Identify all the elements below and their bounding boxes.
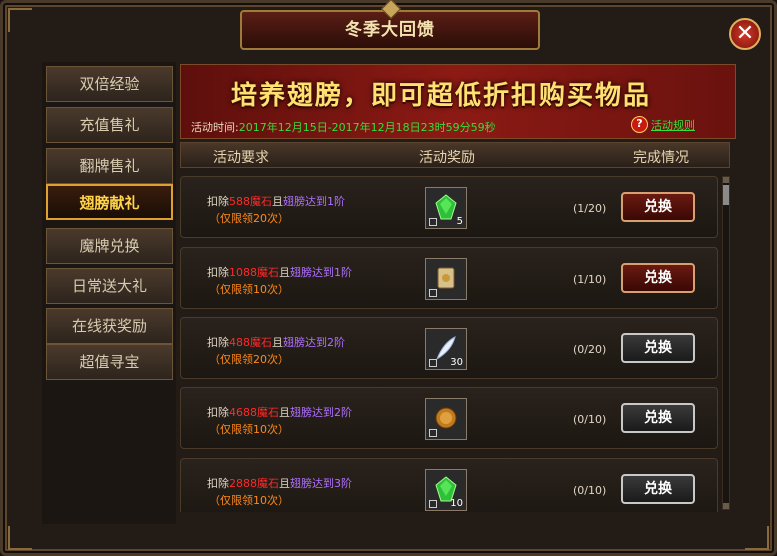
req-wing-level: 翅膀达到1阶 [290,266,352,279]
reward-item-slot[interactable] [425,398,467,440]
help-icon[interactable]: ? [631,116,648,133]
req-wing-level: 翅膀达到2阶 [290,406,352,419]
corner-ornament-tl [8,8,32,32]
req-prefix: 扣除 [207,477,229,490]
scroll-up-icon[interactable] [723,177,729,183]
exchange-button[interactable]: 兑换 [621,192,695,222]
sidebar-item-double-exp[interactable]: 双倍经验 [46,66,173,102]
req-wing-level: 翅膀达到2阶 [283,336,345,349]
table-row: 扣除1088魔石且翅膀达到1阶 （仅限领10次） (1/10) 兑换 [180,247,718,309]
reward-item-slot[interactable]: 30 [425,328,467,370]
progress-text: (1/10) [573,273,607,286]
reward-item-slot[interactable] [425,258,467,300]
scroll-thumb[interactable] [723,185,729,205]
exchange-button[interactable]: 兑换 [621,403,695,433]
lock-icon [429,218,437,226]
sidebar-item-card-exchange[interactable]: 魔牌兑换 [46,228,173,264]
table-header: 活动要求 活动奖励 完成情况 [180,142,730,168]
close-icon[interactable]: ✕ [736,21,754,46]
progress-text: (0/20) [573,343,607,356]
sidebar-item-flip-gift[interactable]: 翻牌售礼 [46,148,173,184]
sidebar-item-recharge-gift[interactable]: 充值售礼 [46,107,173,143]
corner-ornament-br [745,526,769,550]
reward-count: 30 [450,357,463,368]
sidebar-item-treasure-hunt[interactable]: 超值寻宝 [46,344,173,380]
rules-link-label[interactable]: 活动规则 [651,119,695,132]
reward-item-slot[interactable]: 5 [425,187,467,229]
req-prefix: 扣除 [207,336,229,349]
req-stone-cost: 4688魔石 [229,406,279,419]
requirement-text: 扣除4688魔石且翅膀达到2阶 [207,404,352,420]
reward-count: 10 [450,498,463,509]
req-stone-cost: 1088魔石 [229,266,279,279]
event-time-value: 2017年12月15日-2017年12月18日23时59分59秒 [238,121,496,134]
claim-limit: （仅限领20次） [209,353,289,366]
req-and: 且 [272,336,283,349]
req-stone-cost: 488魔石 [229,336,272,349]
requirement-text: 扣除1088魔石且翅膀达到1阶 [207,264,352,280]
header-status: 完成情况 [633,150,689,166]
exchange-button[interactable]: 兑换 [621,263,695,293]
lock-icon [429,289,437,297]
reward-list: 扣除588魔石且翅膀达到1阶 （仅限领20次） 5 (1/20) 兑换 扣除1088魔石且… [180,172,720,512]
claim-limit: （仅限领10次） [209,283,289,296]
lock-icon [429,429,437,437]
table-row: 扣除488魔石且翅膀达到2阶 （仅限领20次） 30 (0/20) 兑换 [180,317,718,379]
table-row: 扣除2888魔石且翅膀达到3阶 （仅限领10次） 10 (0/10) 兑换 [180,458,718,512]
lock-icon [429,500,437,508]
requirement-text: 扣除588魔石且翅膀达到1阶 [207,193,345,209]
event-time: 活动时间:2017年12月15日-2017年12月18日23时59分59秒 [191,119,496,135]
scrollbar[interactable] [722,176,730,510]
table-row: 扣除588魔石且翅膀达到1阶 （仅限领20次） 5 (1/20) 兑换 [180,176,718,238]
event-banner: 培养翅膀，即可超低折扣购买物品 活动时间:2017年12月15日-2017年12… [180,64,736,139]
exchange-button[interactable]: 兑换 [621,474,695,504]
lock-icon [429,359,437,367]
requirement-text: 扣除2888魔石且翅膀达到3阶 [207,475,352,491]
reward-count: 5 [456,216,463,227]
req-stone-cost: 2888魔石 [229,477,279,490]
req-wing-level: 翅膀达到3阶 [290,477,352,490]
reward-item-slot[interactable]: 10 [425,469,467,511]
progress-text: (0/10) [573,413,607,426]
close-button[interactable]: ✕ [729,18,761,50]
sidebar: 双倍经验 充值售礼 翻牌售礼 翅膀献礼 魔牌兑换 日常送大礼 在线获奖励 超值寻… [42,62,176,524]
exchange-button[interactable]: 兑换 [621,333,695,363]
sidebar-item-online-reward[interactable]: 在线获奖励 [46,308,173,344]
sidebar-item-daily-gift[interactable]: 日常送大礼 [46,268,173,304]
req-and: 且 [272,195,283,208]
event-time-label: 活动时间: [191,121,239,134]
progress-text: (1/20) [573,202,607,215]
req-prefix: 扣除 [207,195,229,208]
header-requirement: 活动要求 [213,150,269,166]
scroll-down-icon[interactable] [723,503,729,509]
req-wing-level: 翅膀达到1阶 [283,195,345,208]
progress-text: (0/10) [573,484,607,497]
claim-limit: （仅限领10次） [209,494,289,507]
sidebar-item-wing-gift[interactable]: 翅膀献礼 [46,184,173,220]
header-reward: 活动奖励 [419,150,475,166]
table-row: 扣除4688魔石且翅膀达到2阶 （仅限领10次） (0/10) 兑换 [180,387,718,449]
req-prefix: 扣除 [207,406,229,419]
claim-limit: （仅限领10次） [209,423,289,436]
req-prefix: 扣除 [207,266,229,279]
requirement-text: 扣除488魔石且翅膀达到2阶 [207,334,345,350]
req-and: 且 [279,477,290,490]
req-and: 且 [279,266,290,279]
req-and: 且 [279,406,290,419]
banner-headline: 培养翅膀，即可超低折扣购买物品 [231,81,652,111]
window-title-bar: 冬季大回馈 [240,0,540,50]
rules-link[interactable]: ? 活动规则 [631,116,695,133]
claim-limit: （仅限领20次） [209,212,289,225]
corner-ornament-bl [8,526,32,550]
req-stone-cost: 588魔石 [229,195,272,208]
